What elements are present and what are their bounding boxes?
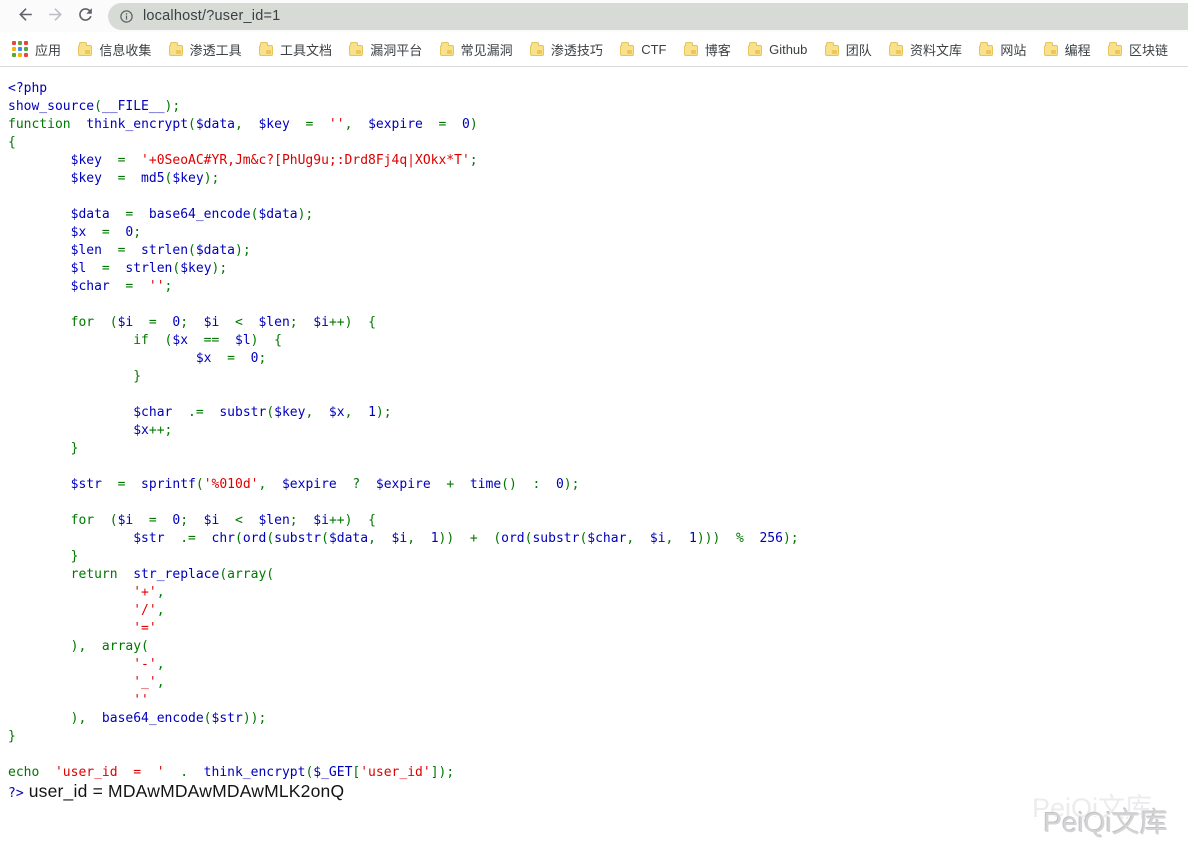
code-line: $char = ''; (8, 279, 173, 294)
code-line: $str .= chr(ord(substr($data, $i, 1)) + … (8, 531, 799, 546)
bookmark-label: 编程 (1064, 42, 1091, 58)
folder-icon (78, 42, 93, 56)
bookmark-label: 渗透技巧 (550, 42, 603, 58)
bookmark-item[interactable]: 网站 (979, 40, 1026, 59)
folder-icon (439, 42, 454, 56)
bookmark-label: Github (769, 41, 808, 57)
code-line: $key = '+0SeoAC#YR,Jm&c?[PhUg9u;:Drd8Fj4… (8, 153, 478, 168)
folder-icon (1043, 42, 1058, 56)
bookmark-label: 信息收集 (99, 42, 152, 58)
folder-icon (824, 42, 839, 56)
code-line: for ($i = 0; $i < $len; $i++) { (8, 315, 376, 330)
code-line: '' (8, 693, 149, 708)
code-line: } (8, 729, 16, 744)
code-line: '/', (8, 603, 165, 618)
folder-icon (1107, 42, 1122, 56)
bookmark-item[interactable]: 博客 (683, 40, 731, 59)
code-line: echo 'user_id = ' . think_encrypt($_GET[… (8, 765, 455, 780)
bookmark-apps[interactable]: 应用 (12, 40, 61, 59)
bookmark-item[interactable]: 资料文库 (889, 40, 962, 59)
bookmark-label: CTF (641, 41, 667, 57)
code-line: $x++; (8, 423, 173, 438)
php-source-code: <?php show_source(__FILE__); function thin… (8, 80, 1188, 803)
bookmark-label: 区块链 (1128, 42, 1168, 58)
code-line: '=' (8, 621, 157, 636)
bookmark-label: 应用 (35, 42, 62, 58)
code-line: '+', (8, 585, 165, 600)
bookmark-label: 团队 (845, 42, 872, 58)
bookmark-label: 博客 (704, 42, 731, 58)
reload-icon (76, 5, 95, 27)
bookmark-item[interactable]: 区块链 (1107, 40, 1168, 59)
forward-arrow-icon (46, 5, 65, 27)
code-line: show_source(__FILE__); (8, 99, 181, 114)
folder-icon (349, 42, 364, 56)
code-line: function think_encrypt($data, $key = '',… (8, 117, 478, 132)
code-line: '-', (8, 657, 165, 672)
bookmark-label: 网站 (1000, 42, 1027, 58)
bookmark-item[interactable]: 工具文档 (258, 40, 332, 59)
bookmark-item[interactable]: 团队 (824, 40, 872, 59)
apps-grid-icon (12, 41, 28, 57)
folder-icon (529, 42, 544, 56)
forward-button[interactable] (40, 2, 70, 30)
code-line: ), array( (8, 639, 149, 654)
folder-icon (683, 42, 698, 56)
bookmark-item[interactable]: 漏洞平台 (349, 40, 422, 59)
code-line: $str = sprintf('%010d', $expire ? $expir… (8, 477, 580, 492)
code-line: $x = 0; (8, 225, 142, 240)
code-line: } (8, 441, 79, 456)
info-icon[interactable] (119, 9, 134, 24)
folder-icon (979, 42, 994, 56)
code-line: } (8, 369, 142, 384)
url-text[interactable]: localhost/?user_id=1 (143, 8, 280, 24)
bookmark-label: 工具文档 (279, 42, 332, 58)
folder-icon (258, 42, 273, 56)
bookmark-label: 渗透工具 (189, 42, 242, 58)
folder-icon (620, 42, 635, 56)
bookmark-label: 漏洞平台 (370, 42, 423, 58)
code-line: ), base64_encode($str)); (8, 711, 267, 726)
code-line: $key = md5($key); (8, 171, 220, 186)
bookmark-item[interactable]: 编程 (1043, 40, 1091, 59)
code-line: $x = 0; (8, 351, 267, 366)
bookmark-item[interactable]: 信息收集 (78, 40, 151, 59)
code-line: <?php (8, 81, 48, 96)
code-line: $data = base64_encode($data); (8, 207, 314, 222)
code-line: } (8, 549, 79, 564)
browser-toolbar: localhost/?user_id=1 (0, 0, 1188, 32)
back-button[interactable] (10, 2, 40, 30)
code-line: if ($x == $l) { (8, 333, 282, 348)
bookmark-item[interactable]: Github (748, 42, 807, 57)
code-line: $l = strlen($key); (8, 261, 228, 276)
code-line: return str_replace(array( (8, 567, 275, 582)
bookmark-label: 常见漏洞 (460, 42, 513, 58)
folder-icon (889, 42, 903, 56)
page-content: <?php show_source(__FILE__); function thin… (0, 67, 1188, 861)
bookmark-item[interactable]: 渗透技巧 (529, 40, 603, 59)
code-line: '_', (8, 675, 165, 690)
code-line: ?> user_id = MDAwMDAwMDAwMLK2onQ (8, 781, 345, 801)
folder-icon (168, 42, 183, 56)
url-bar[interactable]: localhost/?user_id=1 (108, 2, 1188, 30)
back-arrow-icon (16, 5, 35, 27)
bookmark-item[interactable]: 渗透工具 (168, 40, 242, 59)
reload-button[interactable] (70, 2, 100, 30)
bookmark-item[interactable]: 常见漏洞 (439, 40, 513, 59)
bookmark-item[interactable]: CTF (620, 42, 666, 57)
code-line: { (8, 135, 16, 150)
code-line: $char .= substr($key, $x, 1); (8, 405, 392, 420)
folder-icon (748, 42, 763, 56)
bookmarks-bar: 应用 信息收集 渗透工具 工具文档 漏洞平台 常见漏洞 渗透技巧 CTF 博客 Github 团队… (0, 32, 1188, 67)
bookmark-label: 资料文库 (910, 42, 963, 58)
watermark-text-front: PeiQi文库 (1043, 807, 1168, 838)
code-line: $len = strlen($data); (8, 243, 251, 258)
code-line: for ($i = 0; $i < $len; $i++) { (8, 513, 376, 528)
